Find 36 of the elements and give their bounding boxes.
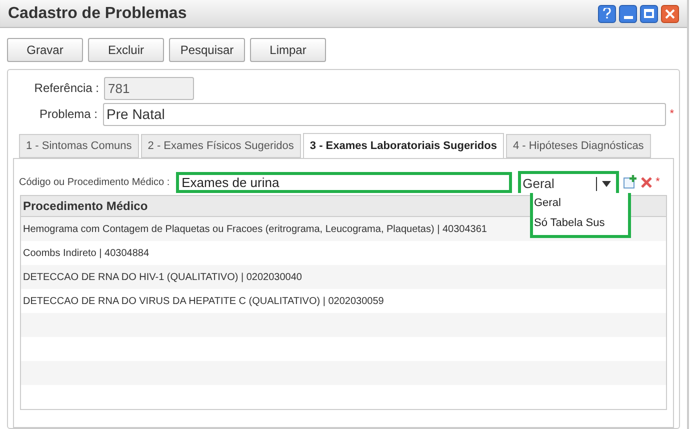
problema-field[interactable]: Pre Natal	[102, 102, 666, 126]
column-header: Procedimento Médico	[23, 198, 148, 215]
tab[interactable]: 1 - Sintomas Comuns	[19, 134, 139, 158]
delete-icon[interactable]	[640, 176, 652, 188]
field-label: Referência :	[33, 80, 100, 97]
help-button[interactable]	[598, 4, 616, 22]
toolbar-button[interactable]: Gravar	[7, 38, 83, 62]
tab[interactable]: 2 - Exames Físicos Sugeridos	[140, 134, 301, 158]
dropdown-value: Geral	[522, 174, 556, 193]
minimize-button[interactable]	[619, 4, 637, 22]
toolbar-button[interactable]: Pesquisar	[169, 38, 245, 62]
close-button[interactable]	[661, 4, 679, 22]
close-icon	[665, 8, 675, 18]
table-cell-text: DETECCAO DE RNA DO HIV-1 (QUALITATIVO) | 0202030040	[23, 270, 302, 284]
maximize-button[interactable]	[640, 4, 658, 22]
field-label: Problema :	[38, 106, 99, 123]
field-label: Código ou Procedimento Médico :	[19, 176, 170, 190]
add-icon[interactable]	[622, 175, 637, 189]
toolbar-button[interactable]: Excluir	[88, 38, 164, 62]
dropdown-arrow-icon	[602, 180, 611, 186]
minimize-icon	[624, 16, 632, 18]
tab[interactable]: 3 - Exames Laboratoriais Sugeridos	[302, 133, 504, 159]
table-cell-text: DETECCAO DE RNA DO VIRUS DA HEPATITE C (QUALITATIVO) | 0202030059	[23, 294, 384, 308]
table-cell-text: Hemograma com Contagem de Plaquetas ou Fracoes (eritrograma, Leucograma, Plaquetas) | 40304361	[23, 222, 487, 236]
filter-dropdown[interactable]: Geral	[518, 171, 619, 193]
help-icon	[603, 8, 611, 19]
toolbar-button[interactable]: Limpar	[250, 38, 326, 62]
dropdown-option[interactable]: Só Tabela Sus	[533, 213, 628, 233]
search-field[interactable]: Exames de urina	[176, 172, 512, 192]
maximize-icon	[644, 9, 654, 18]
table-cell-text: Coombs Indireto | 40304884	[23, 246, 150, 260]
tab[interactable]: 4 - Hipóteses Diagnósticas	[506, 134, 651, 158]
required-asterisk: *	[656, 174, 660, 190]
window-title: Cadastro de Problemas	[8, 4, 187, 24]
required-asterisk: *	[670, 106, 674, 122]
dropdown-option[interactable]: Geral	[533, 193, 628, 213]
